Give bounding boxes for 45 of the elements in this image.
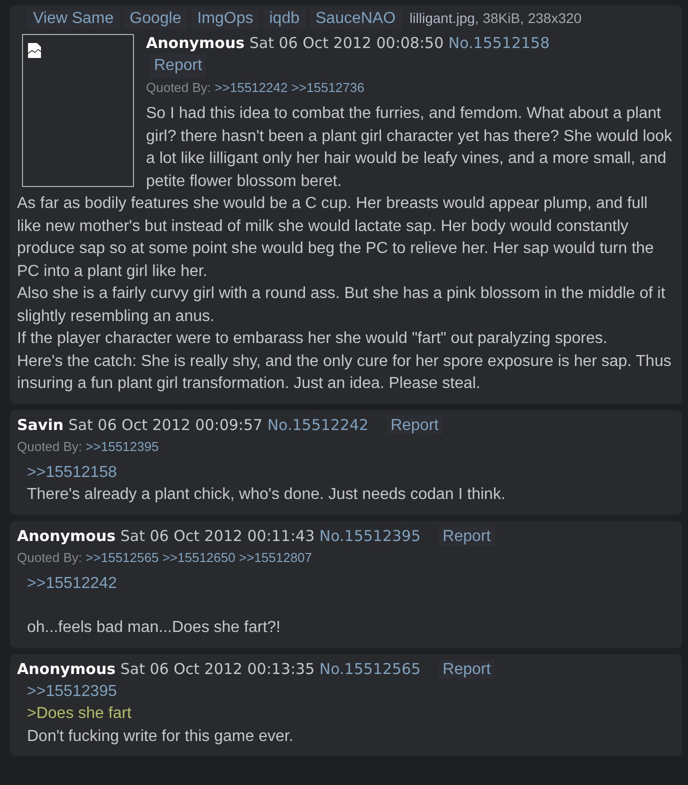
file-link[interactable]: SauceNAO bbox=[310, 9, 402, 29]
quoted-by-label: Quoted By: bbox=[17, 550, 82, 564]
quote-link[interactable]: >>15512736 bbox=[291, 80, 364, 95]
file-link[interactable]: ImgOps bbox=[191, 9, 260, 29]
poster-name: Savin bbox=[17, 416, 64, 434]
post-text: There's already a plant chick, who's done. Just needs codan I think. bbox=[27, 486, 506, 503]
quoted-by-label: Quoted By: bbox=[146, 80, 212, 95]
post-text: Also she is a fairly curvy girl with a round ass. But she has a pink blossom in the middle of it slightly resembling an anus. bbox=[17, 285, 666, 324]
file-link[interactable]: Google bbox=[124, 9, 188, 29]
quote-link[interactable]: >>15512807 bbox=[238, 550, 312, 564]
poster-name: Anonymous bbox=[17, 526, 116, 544]
quote-link[interactable]: >>15512242 bbox=[27, 574, 117, 592]
post-text: oh...feels bad man...Does she fart?! bbox=[27, 618, 280, 638]
post-number[interactable]: No.15512565 bbox=[319, 660, 421, 678]
post-text: Here's the catch: She is really shy, and the only cure for her spore exposure is her sap. Thus insuring a fun plant girl transformation. Just an idea. Please steal. bbox=[17, 352, 672, 392]
quote-link[interactable]: >>15512650 bbox=[162, 550, 236, 564]
file-link[interactable]: View Same bbox=[27, 9, 120, 29]
image-placeholder[interactable] bbox=[22, 34, 134, 187]
post-date: Sat 06 Oct 2012 00:11:43 bbox=[120, 526, 315, 544]
post-date: Sat 06 Oct 2012 00:13:35 bbox=[120, 660, 315, 678]
quote-link[interactable]: >>15512565 bbox=[86, 550, 159, 564]
greentext-line: >Does she fart bbox=[27, 705, 132, 722]
quote-link[interactable]: >>15512395 bbox=[86, 438, 159, 454]
report-button[interactable]: Report bbox=[438, 526, 495, 546]
broken-image-icon bbox=[27, 42, 43, 58]
post-text: Don't fucking write for this game ever. bbox=[27, 728, 294, 744]
file-info: lilligant.jpg, 38KiB, 238x320 bbox=[410, 10, 582, 26]
poster-name: Anonymous bbox=[146, 34, 245, 52]
poster-name: Anonymous bbox=[17, 660, 116, 678]
post-number[interactable]: No.15512242 bbox=[267, 416, 369, 434]
report-button[interactable]: Report bbox=[150, 54, 206, 78]
post-date: Sat 06 Oct 2012 00:09:57 bbox=[68, 416, 263, 434]
report-button[interactable]: Report bbox=[386, 416, 443, 434]
quote-link[interactable]: >>15512395 bbox=[27, 682, 117, 700]
quoted-by-label: Quoted By: bbox=[17, 438, 82, 454]
post-date: Sat 06 Oct 2012 00:08:50 bbox=[249, 34, 444, 52]
quote-link[interactable]: >>15512242 bbox=[214, 80, 288, 95]
quote-link[interactable]: >>15512158 bbox=[27, 464, 117, 480]
file-link[interactable]: iqdb bbox=[263, 9, 306, 29]
post-text: If the player character were to embarass her she would "fart" out paralyzing spores. bbox=[17, 330, 608, 347]
post-text: As far as bodily features she would be a C cup. Her breasts would appear plump, and full like new mother's but instead of milk she would lactate sap. Her body would constantly produce sap so at some point she would beg the PC to relieve her. Her sap would turn the PC into a plant girl like her. bbox=[17, 195, 654, 280]
post-number[interactable]: No.15512158 bbox=[448, 34, 550, 52]
post-text: So I had this idea to combat the furries, and femdom. What about a plant girl? there hasn't been a plant girl character yet has there? She would look a lot like lilligant only her hair would be leafy vines, and a more small, and petite flower blossom beret. bbox=[146, 105, 672, 190]
post-number[interactable]: No.15512395 bbox=[319, 526, 421, 544]
report-button[interactable]: Report bbox=[438, 660, 495, 678]
